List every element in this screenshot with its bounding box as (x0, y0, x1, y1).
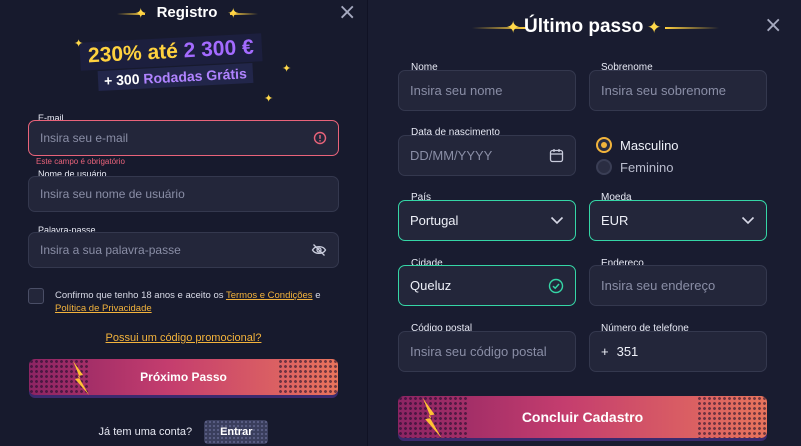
terms-text-part: e (312, 290, 321, 301)
title-decor-line (230, 13, 258, 15)
terms-checkbox[interactable] (28, 288, 44, 304)
bonus-amount: 2 300 € (183, 35, 255, 63)
chevron-down-icon (550, 216, 564, 225)
city-field[interactable]: Queluz (398, 265, 576, 306)
gender-female-label: Feminino (620, 159, 674, 175)
close-icon[interactable]: × (764, 15, 782, 37)
lightning-icon (422, 398, 442, 438)
calendar-icon[interactable] (549, 148, 564, 163)
next-step-label: Próximo Passo (140, 370, 227, 384)
address-field[interactable]: Insira seu endereço (589, 265, 767, 306)
gender-male-label: Masculino (620, 137, 679, 153)
title-decor-line (117, 13, 145, 15)
postal-code-placeholder: Insira seu código postal (410, 344, 547, 359)
submit-registration-button[interactable]: Concluir Cadastro (398, 396, 767, 438)
submit-label: Concluir Cadastro (521, 409, 644, 425)
first-name-field[interactable]: Insira seu nome (398, 70, 576, 111)
privacy-link[interactable]: Política de Privacidade (55, 303, 152, 314)
email-field[interactable]: Insira seu e-mail (28, 120, 339, 156)
password-placeholder: Insira a sua palavra-passe (40, 243, 181, 257)
sparkle-icon: ✦ (506, 18, 521, 37)
spins-label: Rodadas Grátis (142, 65, 248, 87)
decor-dots (697, 396, 767, 438)
sparkle-icon: ✦ (282, 63, 292, 75)
radio-selected-icon (596, 137, 612, 153)
page-title: Registro (156, 4, 218, 21)
gender-female-radio[interactable]: Feminino (596, 159, 673, 175)
password-field[interactable]: Insira a sua palavra-passe (28, 232, 339, 268)
phone-country-code: 351 (616, 344, 639, 359)
postal-code-field[interactable]: Insira seu código postal (398, 331, 576, 372)
currency-select[interactable]: EUR (589, 200, 767, 241)
sparkle-icon: ✦ (647, 18, 662, 37)
gender-male-radio[interactable]: Masculino (596, 137, 679, 153)
country-select[interactable]: Portugal (398, 200, 576, 241)
birth-date-placeholder: DD/MM/YYYY (410, 148, 493, 163)
close-icon[interactable]: × (338, 2, 356, 24)
terms-text-part: Confirmo que tenho 18 anos e aceito os (55, 290, 226, 301)
radio-unselected-icon (596, 159, 612, 175)
bonus-banner: 230% até 2 300 € + 300 Rodadas Grátis (79, 33, 286, 92)
page-title: Último passo (524, 16, 644, 37)
last-name-placeholder: Insira seu sobrenome (601, 83, 727, 98)
first-name-placeholder: Insira seu nome (410, 83, 503, 98)
login-button[interactable]: Entrar (204, 420, 269, 444)
last-name-field[interactable]: Insira seu sobrenome (589, 70, 767, 111)
login-row: Já tem uma conta? Entrar (0, 420, 367, 444)
username-placeholder: Insira seu nome de usuário (40, 187, 185, 201)
have-account-text: Já tem uma conta? (98, 426, 193, 438)
city-value: Queluz (410, 278, 452, 293)
chevron-down-icon (741, 216, 755, 225)
title-decor-line (665, 27, 719, 29)
error-icon (313, 131, 327, 145)
country-value: Portugal (410, 213, 459, 228)
username-field[interactable]: Insira seu nome de usuário (28, 176, 339, 212)
terms-link[interactable]: Termos e Condições (226, 290, 313, 301)
birth-date-field[interactable]: DD/MM/YYYY (398, 135, 576, 176)
phone-field[interactable]: + 351 (589, 331, 767, 372)
bonus-percent: 230% até (87, 39, 185, 68)
last-step-panel: ✦ Último passo ✦ × Nome Insira seu nome … (367, 0, 801, 446)
check-circle-icon (548, 278, 564, 294)
phone-prefix: + (601, 344, 609, 359)
spins-count: + 300 (103, 70, 144, 89)
email-error-text: Este campo é obrigatório (36, 157, 125, 166)
currency-value: EUR (601, 213, 629, 228)
next-step-button[interactable]: Próximo Passo (29, 359, 338, 395)
sparkle-icon: ✦ (74, 38, 84, 50)
terms-text: Confirmo que tenho 18 anos e aceito os T… (55, 289, 345, 315)
lightning-icon (73, 361, 89, 395)
decor-dots (278, 359, 338, 395)
registration-panel: ✦ Registro ✦ × 230% até 2 300 € + 300 Ro… (0, 0, 367, 446)
email-placeholder: Insira seu e-mail (40, 131, 129, 145)
sparkle-icon: ✦ (264, 93, 274, 105)
address-placeholder: Insira seu endereço (601, 278, 716, 293)
eye-off-icon[interactable] (311, 243, 327, 257)
promo-code-link[interactable]: Possui um código promocional? (0, 332, 367, 344)
